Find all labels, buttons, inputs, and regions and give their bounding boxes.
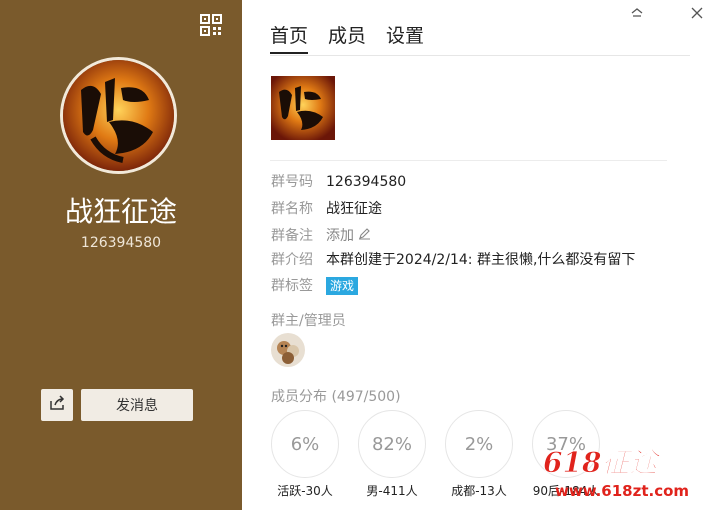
add-remark-text: 添加 [326,228,354,244]
tab-settings[interactable]: 设置 [386,24,424,54]
group-tag-badge[interactable]: 游戏 [326,277,359,295]
group-number-row: 群号码 126394580 [271,172,406,192]
pin-icon[interactable] [630,5,644,19]
pencil-icon [358,226,371,246]
stat-male-label: 男-411人 [366,484,418,498]
tab-bar: 首页 成员 设置 [270,24,424,54]
share-icon [49,395,65,415]
site-watermark: 618征途 www.618zt.com [533,440,703,505]
group-remark-row: 群备注 添加 [271,226,371,246]
group-avatar-small[interactable] [271,76,335,140]
group-number-label: 群号码 [271,174,313,190]
group-profile-panel: 战狂征途 126394580 发消息 [0,0,242,510]
group-id: 126394580 [80,235,162,251]
group-name: 战狂征途 [64,195,177,228]
stat-male-circle: 82% [358,410,426,478]
member-distribution-label: 成员分布 (497/500) [271,389,401,405]
group-intro-row: 群介绍 本群创建于2024/2/14: 群主很懒,什么都没有留下 [271,250,635,270]
close-icon[interactable] [690,5,704,19]
admin-avatar[interactable] [271,333,305,367]
qr-code-icon[interactable] [200,14,222,36]
stat-city-label: 成都-13人 [451,484,507,498]
stat-city-circle: 2% [445,410,513,478]
group-remark-label: 群备注 [271,228,313,244]
share-button[interactable] [41,389,73,421]
group-tag-label: 群标签 [271,278,313,294]
watermark-url: www.618zt.com [555,482,689,500]
stat-active-label: 活跃-30人 [277,484,333,498]
add-remark-link[interactable]: 添加 [326,226,371,246]
watermark-title: 618征途 [543,446,662,479]
group-tag-row: 群标签 游戏 [271,276,359,296]
group-intro-label: 群介绍 [271,252,313,268]
group-intro-value: 本群创建于2024/2/14: 群主很懒,什么都没有留下 [326,252,636,268]
group-avatar[interactable] [60,57,177,174]
group-name-label: 群名称 [271,201,313,217]
tab-divider [270,55,690,56]
section-divider [270,160,667,161]
send-message-button[interactable]: 发消息 [81,389,193,421]
tab-home[interactable]: 首页 [270,24,309,54]
stat-active-circle: 6% [271,410,339,478]
tab-members[interactable]: 成员 [328,24,366,54]
admins-label: 群主/管理员 [271,313,346,329]
group-name-value: 战狂征途 [326,201,382,217]
group-name-row: 群名称 战狂征途 [271,199,382,219]
group-number-value: 126394580 [326,174,407,190]
